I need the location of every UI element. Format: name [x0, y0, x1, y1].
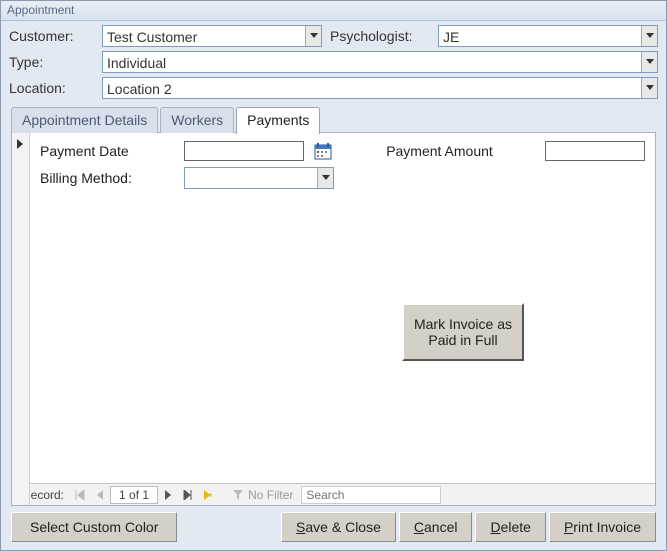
save-close-label: Save & Close: [296, 519, 381, 535]
billing-method-value: [185, 168, 317, 188]
nav-next-button[interactable]: [158, 486, 178, 504]
mark-invoice-paid-button[interactable]: Mark Invoice as Paid in Full: [402, 303, 524, 361]
location-value: Location 2: [103, 78, 641, 98]
tab-payments[interactable]: Payments: [236, 107, 320, 134]
mark-invoice-paid-label: Mark Invoice as Paid in Full: [404, 316, 522, 348]
form-header: Customer: Test Customer Psychologist: JE…: [1, 21, 666, 107]
tabstrip: Appointment Details Workers Payments: [1, 107, 666, 133]
psychologist-label: Psychologist:: [330, 28, 430, 44]
first-icon: [75, 490, 85, 500]
chevron-down-icon: [646, 85, 654, 91]
type-combo[interactable]: Individual: [102, 51, 658, 73]
last-icon: [183, 490, 193, 500]
type-label: Type:: [9, 54, 94, 70]
delete-button[interactable]: Delete: [475, 512, 545, 542]
nav-first-button[interactable]: [70, 486, 90, 504]
billing-method-label: Billing Method:: [40, 170, 174, 186]
chevron-down-icon: [310, 33, 318, 39]
select-custom-color-label: Select Custom Color: [30, 519, 158, 535]
nav-last-button[interactable]: [178, 486, 198, 504]
next-icon: [164, 490, 172, 500]
customer-label: Customer:: [9, 28, 94, 44]
nav-prev-button[interactable]: [90, 486, 110, 504]
appointment-window: Appointment Customer: Test Customer Psyc…: [0, 0, 667, 551]
filter-indicator[interactable]: No Filter: [224, 488, 301, 502]
tab-workers[interactable]: Workers: [160, 107, 234, 133]
payments-form: Payment Date Payment Amount Billing Meth…: [30, 133, 655, 197]
footer-bar: Select Custom Color Save & Close Cancel …: [11, 512, 656, 542]
psychologist-dropdown-btn[interactable]: [641, 26, 657, 46]
payment-amount-label: Payment Amount: [386, 143, 535, 159]
type-value: Individual: [103, 52, 641, 72]
nav-current[interactable]: 1 of 1: [110, 486, 158, 504]
customer-dropdown-btn[interactable]: [305, 26, 321, 46]
psychologist-value: JE: [439, 26, 641, 46]
tab-appointment-details[interactable]: Appointment Details: [11, 107, 158, 133]
current-record-icon: [15, 139, 25, 149]
billing-method-combo[interactable]: [184, 167, 334, 189]
payments-panel: Payment Date Payment Amount Billing Meth…: [11, 133, 656, 506]
payment-date-label: Payment Date: [40, 143, 174, 159]
print-invoice-button[interactable]: Print Invoice: [549, 512, 656, 542]
filter-label: No Filter: [248, 488, 293, 502]
filter-icon: [232, 489, 244, 501]
cancel-button[interactable]: Cancel: [399, 512, 473, 542]
calendar-icon: [314, 142, 332, 160]
select-custom-color-button[interactable]: Select Custom Color: [11, 512, 177, 542]
new-record-icon: [203, 490, 213, 500]
payment-date-input[interactable]: [184, 141, 304, 161]
chevron-down-icon: [322, 175, 330, 181]
billing-method-dropdown-btn[interactable]: [317, 168, 333, 188]
prev-icon: [96, 490, 104, 500]
cancel-label: Cancel: [414, 519, 458, 535]
location-dropdown-btn[interactable]: [641, 78, 657, 98]
location-combo[interactable]: Location 2: [102, 77, 658, 99]
chevron-down-icon: [646, 59, 654, 65]
nav-new-button[interactable]: [198, 486, 218, 504]
psychologist-combo[interactable]: JE: [438, 25, 658, 47]
chevron-down-icon: [646, 33, 654, 39]
delete-label: Delete: [490, 519, 530, 535]
record-selector[interactable]: [12, 133, 30, 505]
nav-search-input[interactable]: [301, 486, 441, 504]
type-dropdown-btn[interactable]: [641, 52, 657, 72]
customer-value: Test Customer: [103, 26, 305, 46]
payment-amount-input[interactable]: [545, 141, 645, 161]
record-navigator: Record: 1 of 1 No Filter: [12, 483, 655, 505]
window-title: Appointment: [1, 1, 666, 21]
location-label: Location:: [9, 80, 94, 96]
customer-combo[interactable]: Test Customer: [102, 25, 322, 47]
save-close-button[interactable]: Save & Close: [281, 512, 396, 542]
date-picker-button[interactable]: [314, 142, 376, 160]
print-invoice-label: Print Invoice: [564, 519, 641, 535]
